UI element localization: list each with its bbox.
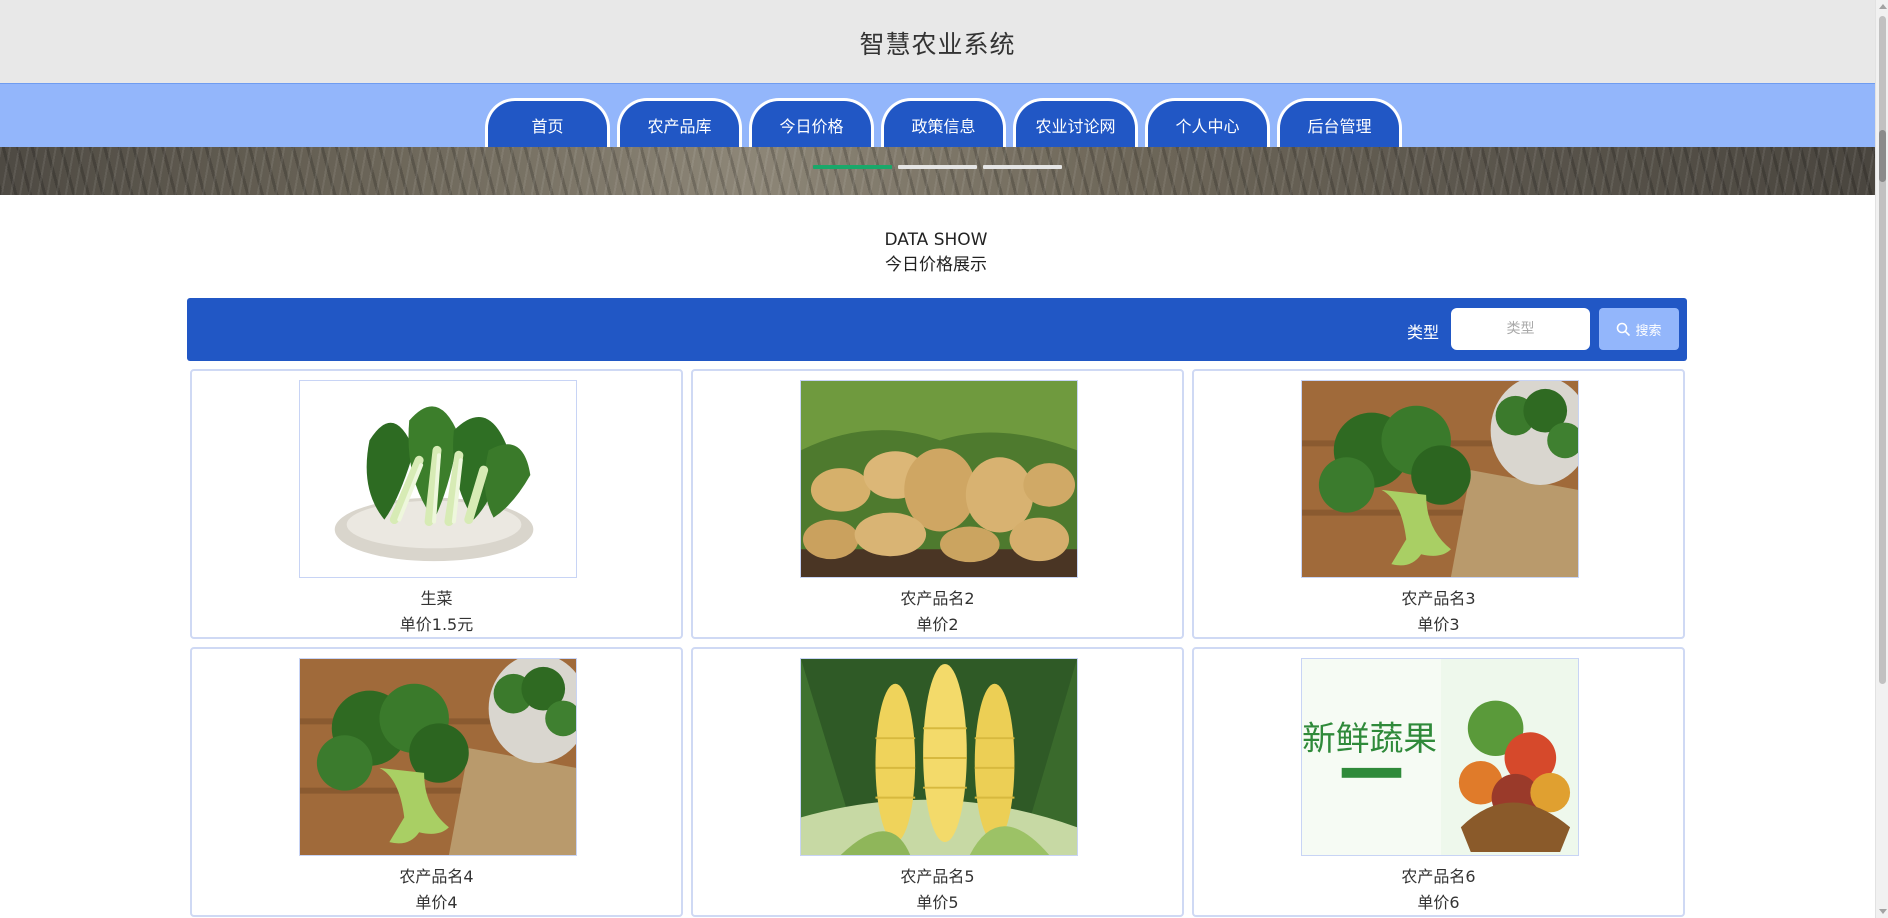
potatoes-image	[800, 380, 1078, 578]
page-scrollbar[interactable]	[1875, 0, 1888, 918]
product-card[interactable]: 农产品名2 单价2	[691, 369, 1184, 639]
scroll-thumb[interactable]	[1879, 16, 1886, 684]
search-button-label: 搜索	[1635, 323, 1662, 339]
site-title: 智慧农业系统	[859, 29, 1016, 59]
scroll-position-marker	[1879, 130, 1886, 182]
section-heading: DATA SHOW 今日价格展示	[186, 228, 1686, 278]
product-card[interactable]: 农产品名3 单价3	[1192, 369, 1685, 639]
section-title-cn: 今日价格展示	[885, 255, 987, 275]
banner-carousel	[0, 147, 1875, 195]
nav-tab-forum[interactable]: 农业讨论网	[1013, 98, 1138, 148]
scroll-down-arrow-icon[interactable]	[1879, 909, 1887, 914]
broccoli-image	[299, 658, 577, 856]
product-name: 农产品名5	[900, 867, 975, 886]
section-title-en: DATA SHOW	[884, 230, 988, 250]
nav-tab-admin[interactable]: 后台管理	[1277, 98, 1402, 148]
nav-tab-today-price[interactable]: 今日价格	[749, 98, 874, 148]
search-type-input[interactable]	[1451, 308, 1590, 350]
site-header: 智慧农业系统	[0, 0, 1875, 83]
nav-tab-home[interactable]: 首页	[485, 98, 610, 148]
product-price: 单价3	[1417, 615, 1460, 634]
search-type-label: 类型	[1407, 323, 1440, 342]
fresh-produce-banner-image: 新鲜蔬果	[1301, 658, 1579, 856]
product-name: 农产品名4	[399, 867, 474, 886]
nav-tabs: 首页 农产品库 今日价格 政策信息 农业讨论网 个人中心 后台管理	[485, 98, 1402, 148]
product-name: 农产品名3	[1401, 589, 1476, 608]
produce-banner-text: 新鲜蔬果	[1302, 719, 1437, 758]
product-card[interactable]: 生菜 单价1.5元	[190, 369, 683, 639]
product-price: 单价4	[415, 893, 458, 912]
carousel-indicator-1[interactable]	[813, 165, 892, 169]
product-name: 农产品名6	[1401, 867, 1476, 886]
bok-choy-image	[299, 380, 577, 578]
main-nav: 首页 农产品库 今日价格 政策信息 农业讨论网 个人中心 后台管理	[0, 83, 1875, 148]
product-price: 单价5	[916, 893, 959, 912]
product-card[interactable]: 农产品名5 单价5	[691, 647, 1184, 917]
carousel-indicator-3[interactable]	[983, 165, 1062, 169]
corn-image	[800, 658, 1078, 856]
product-price: 单价6	[1417, 893, 1460, 912]
product-price: 单价2	[916, 615, 959, 634]
product-name: 生菜	[420, 589, 453, 608]
nav-tab-policy-info[interactable]: 政策信息	[881, 98, 1006, 148]
nav-tab-personal-center[interactable]: 个人中心	[1145, 98, 1270, 148]
broccoli-image	[1301, 380, 1579, 578]
carousel-indicator-2[interactable]	[898, 165, 977, 169]
search-bar: 类型 搜索	[187, 298, 1687, 361]
search-button[interactable]: 搜索	[1599, 308, 1679, 350]
carousel-indicators	[813, 165, 1062, 169]
page: 智慧农业系统 首页 农产品库 今日价格 政策信息 农业讨论网 个人中心 后台管理…	[0, 0, 1888, 918]
product-name: 农产品名2	[900, 589, 975, 608]
product-card[interactable]: 农产品名4 单价4	[190, 647, 683, 917]
product-price: 单价1.5元	[399, 615, 474, 634]
nav-tab-product-library[interactable]: 农产品库	[617, 98, 742, 148]
product-card[interactable]: 新鲜蔬果 农产品名6 单价6	[1192, 647, 1685, 917]
search-icon	[1617, 322, 1631, 336]
scroll-up-arrow-icon[interactable]	[1879, 4, 1887, 9]
